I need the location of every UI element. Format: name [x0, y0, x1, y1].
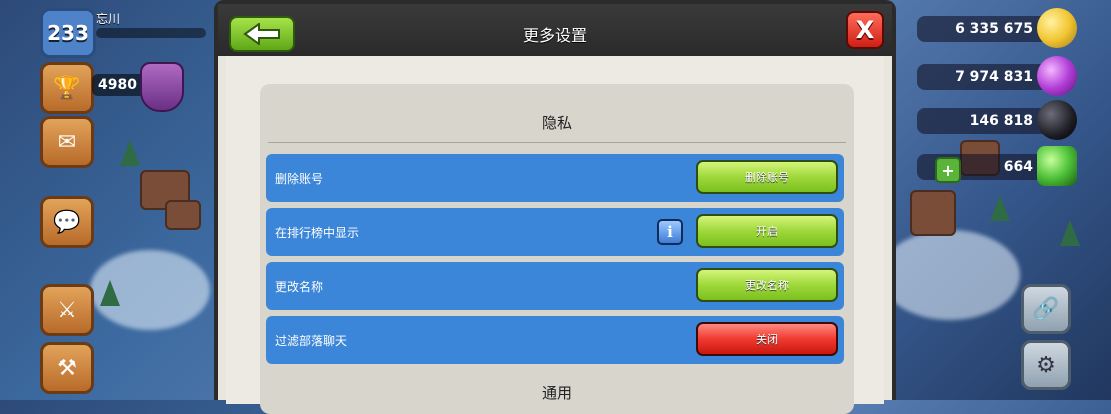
close-button[interactable]: X	[846, 11, 884, 49]
leaderboard-visibility-row: 在排行榜中显示 i 开启	[266, 208, 844, 256]
experience-bar	[96, 28, 206, 38]
dark-elixir-value: 146 818	[969, 113, 1033, 129]
chat-icon[interactable]: 💬	[40, 196, 94, 248]
row-label: 在排行榜中显示	[275, 226, 360, 240]
clan-chat-filter-row: 过滤部落聊天 关闭	[266, 316, 844, 364]
privacy-section: 隐私 删除账号 删除账号 在排行榜中显示 i 开启 更改名称 更改名称 过滤部落…	[260, 84, 854, 414]
more-settings-dialog: 更多设置 X 隐私 删除账号 删除账号 在排行榜中显示 i 开启 更改名称 更改…	[214, 0, 896, 414]
leaderboard-toggle-button[interactable]: 开启	[696, 214, 838, 248]
change-name-button[interactable]: 更改名称	[696, 268, 838, 302]
dialog-title: 更多设置	[522, 26, 587, 45]
dark-elixir-counter: 146 818	[917, 100, 1077, 140]
row-label: 过滤部落聊天	[275, 334, 348, 348]
row-label: 删除账号	[275, 172, 324, 186]
gold-value: 6 335 675	[955, 21, 1033, 37]
clan-chat-filter-toggle-button[interactable]: 关闭	[696, 322, 838, 356]
elixir-counter: 7 974 831	[917, 56, 1077, 96]
elixir-value: 7 974 831	[955, 69, 1033, 85]
league-badge-icon[interactable]	[140, 62, 184, 112]
delete-account-row: 删除账号 删除账号	[266, 154, 844, 202]
trophy-icon[interactable]: 🏆	[40, 62, 94, 114]
settings-gear-icon[interactable]: ⚙	[1021, 340, 1071, 390]
privacy-section-title: 隐私	[541, 114, 572, 132]
clan-war-icon[interactable]: ⚔	[40, 284, 94, 336]
gem-value: 664	[1003, 159, 1033, 175]
change-name-row: 更改名称 更改名称	[266, 262, 844, 310]
info-icon[interactable]: i	[657, 219, 683, 245]
elixir-drop-icon	[1037, 56, 1077, 96]
gold-counter: 6 335 675	[917, 8, 1077, 48]
dark-elixir-icon	[1037, 100, 1077, 140]
section-divider	[268, 142, 846, 143]
player-level-badge[interactable]: 233	[40, 8, 96, 58]
delete-account-button[interactable]: 删除账号	[696, 160, 838, 194]
buy-gems-plus-button[interactable]: +	[935, 157, 961, 183]
dialog-content: 隐私 删除账号 删除账号 在排行榜中显示 i 开启 更改名称 更改名称 过滤部落…	[226, 56, 884, 414]
row-label: 更改名称	[275, 280, 324, 294]
dialog-header: 更多设置 X	[218, 4, 892, 56]
shop-icon[interactable]: 🔗	[1021, 284, 1071, 334]
player-name: 忘川	[96, 12, 121, 26]
gold-coin-icon	[1037, 8, 1077, 48]
gem-icon	[1037, 146, 1077, 186]
builder-icon[interactable]: ⚒	[40, 342, 94, 394]
mail-icon[interactable]: ✉	[40, 116, 94, 168]
